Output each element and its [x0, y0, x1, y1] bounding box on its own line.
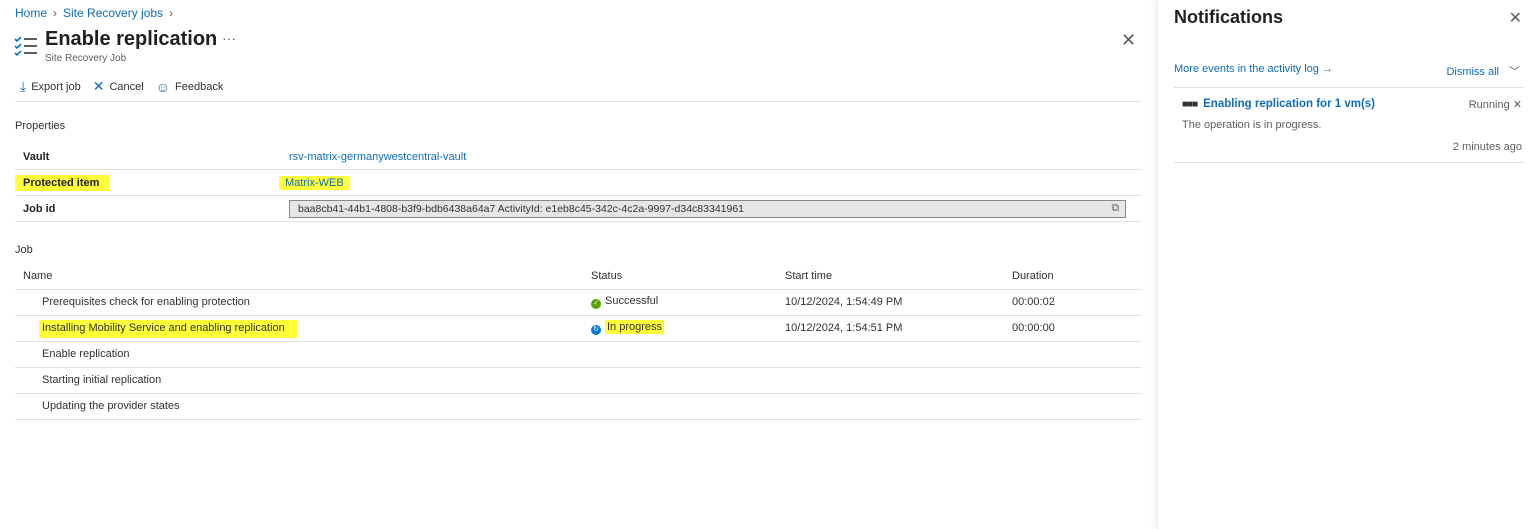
- chevron-right-icon: ›: [169, 6, 174, 20]
- close-notifications-button[interactable]: ✕: [1509, 8, 1522, 28]
- status-text: Successful: [605, 295, 659, 307]
- step-duration: [1012, 393, 1141, 420]
- vault-label: Vault: [23, 150, 50, 163]
- job-id-value: baa8cb41-44b1-4808-b3f9-bdb6438a64a7 Act…: [298, 202, 745, 215]
- close-icon: ✕: [92, 78, 105, 94]
- feedback-button[interactable]: ☺ Feedback: [156, 78, 224, 95]
- feedback-label: Feedback: [175, 80, 224, 93]
- cancel-label: Cancel: [109, 80, 144, 93]
- step-name: Starting initial replication: [15, 367, 591, 394]
- divider: [15, 101, 1141, 102]
- breadcrumb-home[interactable]: Home: [15, 6, 47, 20]
- status-text: In progress: [605, 320, 665, 334]
- step-start: 10/12/2024, 1:54:49 PM: [785, 289, 1012, 316]
- step-start: [785, 367, 1012, 394]
- notification-state: Running: [1468, 99, 1510, 111]
- step-start: [785, 393, 1012, 420]
- step-status: [591, 341, 785, 368]
- step-name: Enable replication: [15, 341, 591, 368]
- notification-time: 2 minutes ago: [1452, 141, 1522, 153]
- vault-link[interactable]: rsv-matrix-germanywestcentral-vault: [289, 151, 466, 163]
- table-row[interactable]: Starting initial replication: [15, 367, 1141, 394]
- feedback-icon: ☺: [155, 78, 171, 95]
- notifications-title: Notifications: [1174, 7, 1284, 27]
- properties-heading: Properties: [15, 120, 66, 132]
- property-job-id: Job id baa8cb41-44b1-4808-b3f9-bdb6438a6…: [15, 196, 1141, 222]
- table-header: Name Status Start time Duration: [15, 263, 1141, 290]
- job-panel: Home › Site Recovery jobs › Enable replicat…: [0, 0, 1155, 529]
- notification-title[interactable]: Enabling replication for 1 vm(s): [1203, 98, 1375, 110]
- protected-item-label: Protected item: [15, 174, 110, 191]
- step-name: Updating the provider states: [15, 393, 591, 420]
- step-status: ↻ In progress: [591, 315, 785, 342]
- dismiss-all-button[interactable]: Dismiss all ﹀: [1446, 63, 1520, 79]
- dismiss-all-label: Dismiss all: [1446, 66, 1499, 78]
- step-start: [785, 341, 1012, 368]
- step-duration: 00:00:02: [1012, 289, 1141, 316]
- job-steps-table: Name Status Start time Duration Prerequi…: [15, 263, 1141, 420]
- running-dots-icon: ■■■: [1182, 98, 1198, 110]
- export-job-label: Export job: [31, 80, 81, 93]
- job-heading: Job: [15, 244, 33, 256]
- column-status: Status: [591, 263, 785, 290]
- step-name-cell: Installing Mobility Service and enabling…: [15, 315, 591, 342]
- column-start-time: Start time: [785, 263, 1012, 290]
- job-id-label: Job id: [23, 202, 56, 215]
- notifications-panel: Notifications ✕ More events in the activ…: [1157, 0, 1536, 529]
- download-icon: ⤓: [20, 78, 27, 94]
- chevron-down-icon[interactable]: ﹀: [1509, 66, 1520, 78]
- copy-icon[interactable]: ⧉: [1112, 202, 1120, 215]
- step-name: Prerequisites check for enabling protect…: [15, 289, 591, 316]
- step-duration: [1012, 367, 1141, 394]
- column-duration: Duration: [1012, 263, 1141, 290]
- step-name: Installing Mobility Service and enabling…: [39, 320, 297, 338]
- column-name: Name: [15, 263, 591, 290]
- checklist-icon: [14, 36, 37, 57]
- property-protected-item: Protected item Matrix-WEB: [15, 170, 1141, 196]
- step-status: [591, 367, 785, 394]
- in-progress-icon: ↻: [591, 325, 601, 335]
- table-row[interactable]: Installing Mobility Service and enabling…: [15, 315, 1141, 342]
- cancel-button[interactable]: ✕ Cancel: [93, 78, 144, 95]
- protected-item-link[interactable]: Matrix-WEB: [279, 175, 350, 190]
- step-status: ✓ Successful: [591, 289, 785, 316]
- step-duration: 00:00:00: [1012, 315, 1141, 342]
- breadcrumb: Home › Site Recovery jobs ›: [15, 6, 179, 20]
- step-start: 10/12/2024, 1:54:51 PM: [785, 315, 1012, 342]
- step-status: [591, 393, 785, 420]
- page-subtitle: Site Recovery Job: [45, 53, 127, 64]
- export-job-button[interactable]: ⤓ Export job: [20, 78, 81, 95]
- success-check-icon: ✓: [591, 299, 601, 309]
- step-duration: [1012, 341, 1141, 368]
- notification-item[interactable]: ■■■ Enabling replication for 1 vm(s) Run…: [1174, 87, 1524, 163]
- table-row[interactable]: Updating the provider states: [15, 393, 1141, 420]
- dismiss-notification-icon[interactable]: ✕: [1513, 99, 1522, 111]
- notification-body: The operation is in progress.: [1182, 119, 1322, 131]
- activity-log-link[interactable]: More events in the activity log →: [1174, 63, 1333, 75]
- close-button[interactable]: ✕: [1121, 30, 1136, 51]
- breadcrumb-site-recovery-jobs[interactable]: Site Recovery jobs: [63, 6, 163, 20]
- toolbar: ⤓ Export job ✕ Cancel ☺ Feedback: [20, 78, 223, 95]
- table-row[interactable]: Enable replication: [15, 341, 1141, 368]
- protected-item-label-cell: Protected item: [15, 174, 289, 191]
- chevron-right-icon: ›: [53, 6, 58, 20]
- page-title: Enable replication: [45, 28, 218, 50]
- table-row[interactable]: Prerequisites check for enabling protect…: [15, 289, 1141, 316]
- property-vault: Vault rsv-matrix-germanywestcentral-vaul…: [15, 144, 1141, 170]
- job-id-field[interactable]: baa8cb41-44b1-4808-b3f9-bdb6438a64a7 Act…: [289, 199, 1126, 218]
- more-options-button[interactable]: ···: [222, 30, 236, 46]
